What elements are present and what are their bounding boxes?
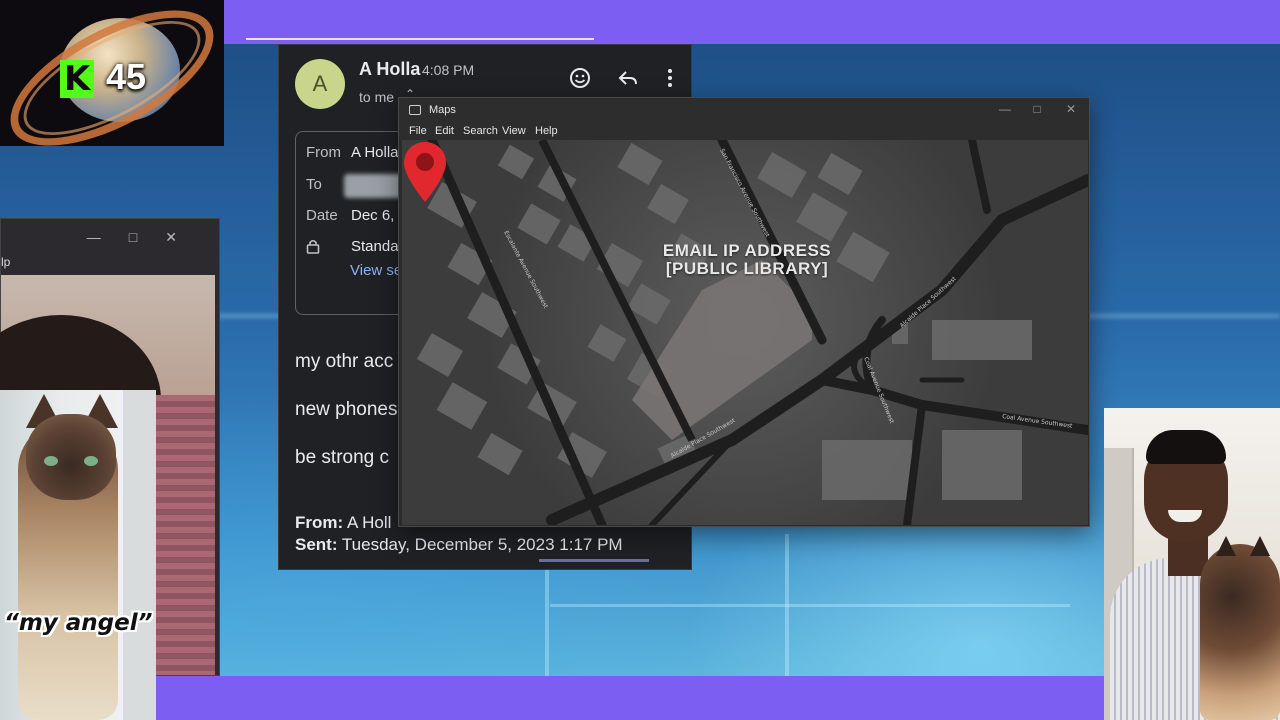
close-icon[interactable]: ✕: [1063, 102, 1079, 116]
location-pin-icon[interactable]: [402, 140, 448, 204]
from-label: From: [306, 144, 341, 161]
cat-webcam: [0, 390, 156, 720]
close-icon[interactable]: ✕: [165, 229, 205, 245]
cat-eye: [44, 456, 58, 466]
quoted-sent-label: Sent:: [295, 535, 338, 554]
recipient-summary: to me: [359, 89, 395, 105]
view-security-details-link[interactable]: View se: [350, 262, 402, 279]
menu-search[interactable]: Search: [463, 125, 498, 137]
streamer-webcam: [1104, 408, 1280, 720]
window-frame: [120, 390, 156, 720]
menu-edit[interactable]: Edit: [435, 125, 454, 137]
body-line-1: my othr acc: [295, 351, 394, 372]
date-label: Date: [306, 207, 338, 224]
cat-ear: [1216, 536, 1236, 556]
horizontal-scrollbar[interactable]: [539, 559, 649, 562]
menu-help[interactable]: Help: [535, 125, 558, 137]
more-vert-icon[interactable]: [658, 67, 682, 91]
reply-icon[interactable]: [616, 67, 640, 91]
map-app-icon: [409, 105, 421, 115]
annotation-line-2: [PUBLIC LIBRARY]: [665, 259, 829, 278]
annotation-label: EMAIL IP ADDRESS [PUBLIC LIBRARY]: [602, 242, 892, 278]
overlay-bottom-band: [0, 676, 1280, 720]
maps-window: Maps — □ ✕ File Edit Search View Help Sa…: [398, 97, 1090, 527]
annotation-line-1: EMAIL IP ADDRESS: [662, 241, 832, 260]
quoted-from-value: A Holl: [346, 513, 392, 532]
from-value: A Holla: [351, 144, 399, 161]
lock-icon: [306, 239, 320, 254]
sender-name: A Holla: [359, 59, 421, 79]
streamer-hair: [1146, 430, 1226, 464]
cat-face: [26, 414, 116, 500]
viewer-count-badge: K 45: [0, 0, 224, 146]
maps-menubar: File Edit Search View Help: [399, 122, 1089, 140]
window-controls[interactable]: —□✕: [87, 229, 205, 246]
security-value: Standa: [351, 238, 399, 255]
to-label: To: [306, 176, 322, 193]
email-window-topline: [246, 38, 594, 40]
minimize-icon[interactable]: —: [87, 229, 129, 245]
cat-eye: [84, 456, 98, 466]
quoted-from-line: From: A Holl: [295, 513, 391, 533]
map-canvas[interactable]: San Francisco Avenue Southwest Escalante…: [402, 140, 1088, 525]
redacted-recipient: [344, 174, 404, 198]
map-tiles: San Francisco Avenue Southwest Escalante…: [402, 140, 1088, 525]
held-cat: [1200, 544, 1280, 720]
blinds: [151, 395, 215, 675]
quoted-sent-line: Sent: Tuesday, December 5, 2023 1:17 PM: [295, 535, 623, 555]
maximize-icon[interactable]: □: [129, 229, 165, 245]
quoted-sent-value: Tuesday, December 5, 2023 1:17 PM: [341, 535, 623, 554]
maps-titlebar[interactable]: Maps — □ ✕: [399, 98, 1089, 122]
maximize-icon[interactable]: □: [1029, 102, 1045, 116]
menu-file[interactable]: File: [409, 125, 427, 137]
kick-logo-icon: K: [60, 60, 94, 98]
sender-avatar[interactable]: A: [295, 59, 345, 109]
quoted-from-label: From:: [295, 513, 344, 532]
menu-view[interactable]: View: [502, 125, 526, 137]
wallpaper-light-bar: [550, 604, 1070, 607]
sent-time: 4:08 PM: [422, 62, 475, 78]
body-line-2: new phones: [295, 399, 398, 420]
date-value: Dec 6,: [351, 207, 395, 224]
minimize-icon[interactable]: —: [997, 102, 1013, 116]
menu-help-fragment[interactable]: lp: [1, 255, 10, 269]
viewer-count: 45: [106, 56, 147, 97]
body-line-3: be strong c: [295, 447, 389, 468]
maps-title: Maps: [429, 104, 456, 116]
cat-caption: “my angel”: [4, 610, 153, 636]
cat-ear: [1250, 536, 1270, 556]
emoji-icon[interactable]: [568, 67, 592, 91]
